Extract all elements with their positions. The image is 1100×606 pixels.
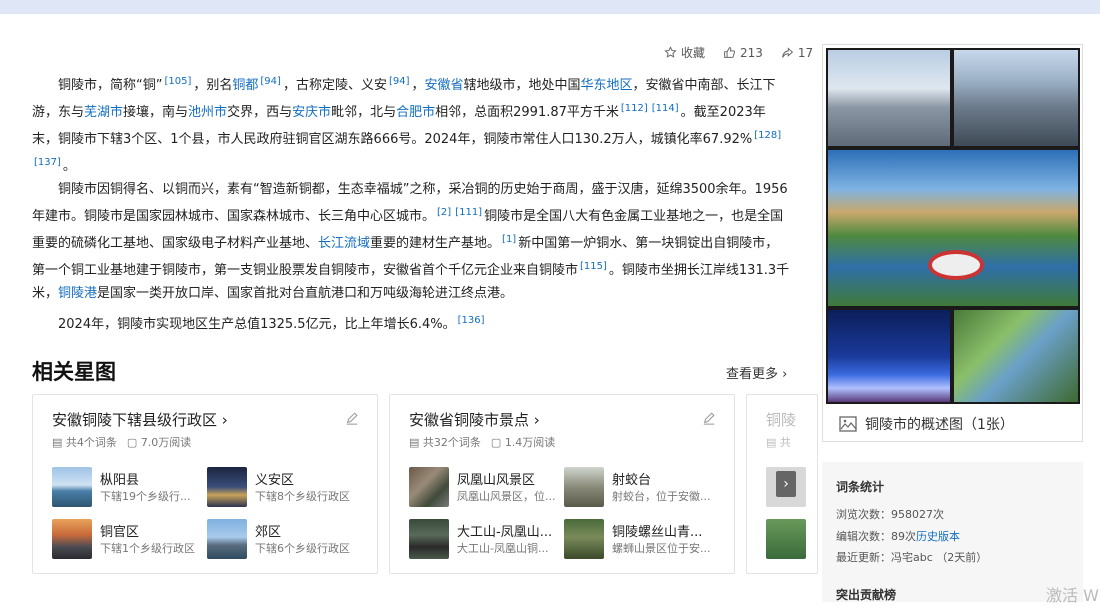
list-item[interactable]: 枞阳县 下辖19个乡级行...	[52, 467, 202, 507]
card-title[interactable]: 安徽铜陵下辖县级行政区 ›	[52, 409, 228, 430]
citation[interactable]: [114]	[652, 103, 679, 114]
updated-row: 最近更新：冯宅abc （2天前）	[836, 551, 988, 564]
list-item[interactable]: 凤凰山风景区 凤凰山风景区，位...	[409, 467, 559, 507]
thumbnail	[409, 519, 449, 559]
link-yangtze-basin[interactable]: 长江流域	[318, 236, 370, 251]
top-bar	[0, 0, 1100, 14]
citation[interactable]: [115]	[580, 261, 607, 272]
citation[interactable]: [94]	[389, 76, 410, 87]
list-item[interactable]: 射蛟台 射蛟台，位于安徽...	[564, 467, 714, 507]
citation[interactable]: [94]	[260, 76, 281, 87]
collect-button[interactable]: 收藏	[664, 44, 705, 61]
link-wuhu[interactable]: 芜湖市	[84, 105, 123, 120]
link-tongling-port[interactable]: 铜陵港	[58, 286, 97, 301]
share-icon	[782, 47, 794, 58]
star-map-card-1[interactable]: 安徽铜陵下辖县级行政区 › ▤ 共4个词条 ▢ 7.0万阅读 枞阳县 下辖19个乡…	[32, 394, 378, 574]
card-meta: ▤ 共32个词条 ▢ 1.4万阅读	[409, 436, 556, 449]
like-button[interactable]: 213	[723, 46, 763, 60]
doc-icon: ▤	[766, 436, 777, 449]
thumbnail	[207, 519, 247, 559]
pencil-icon[interactable]	[345, 411, 359, 425]
album-caption[interactable]: 铜陵市的概述图（1张）	[839, 414, 1014, 434]
list-item[interactable]: 义安区 下辖8个乡级行政区	[207, 467, 357, 507]
thumbnail	[564, 467, 604, 507]
thumbnail	[207, 467, 247, 507]
chevron-right-icon: ›	[533, 411, 540, 429]
citation[interactable]: [1]	[502, 234, 516, 245]
card-meta: ▤ 共	[766, 436, 791, 449]
thumbnail	[564, 519, 604, 559]
link-anqing[interactable]: 安庆市	[292, 105, 331, 120]
thumbnail	[409, 467, 449, 507]
chevron-right-icon: ›	[221, 411, 228, 429]
link-tongdu[interactable]: 铜都	[232, 78, 258, 93]
photo-city-streets	[954, 50, 1078, 146]
link-east-china[interactable]: 华东地区	[581, 78, 633, 93]
carousel-next-button[interactable]: ›	[776, 471, 796, 497]
intro-paragraph-2: 铜陵市因铜得名、以铜而兴，素有“智造新铜都，生态幸福城”之称，采冶铜的历史始于商…	[32, 182, 790, 301]
doc-icon: ▤	[409, 436, 420, 449]
citation[interactable]: [136]	[458, 315, 485, 326]
doc-icon: ▤	[52, 436, 63, 449]
share-count: 17	[797, 45, 814, 60]
citation[interactable]: [105]	[164, 76, 191, 87]
chevron-right-icon: ›	[783, 476, 789, 492]
section-title: 相关星图	[32, 360, 116, 384]
link-hefei[interactable]: 合肥市	[396, 105, 435, 120]
thumbs-up-icon	[724, 47, 735, 58]
book-icon: ▢	[490, 436, 502, 449]
citation[interactable]: [112]	[621, 103, 648, 114]
updater-name[interactable]: 冯宅abc	[891, 551, 933, 564]
citation[interactable]: [137]	[34, 157, 61, 168]
citation[interactable]: [111]	[455, 207, 482, 218]
photo-lake-park	[828, 150, 1078, 306]
citation[interactable]: [128]	[754, 130, 781, 141]
list-item[interactable]: 郊区 下辖6个乡级行政区	[207, 519, 357, 559]
photo-city-skyline	[828, 50, 950, 146]
contributors-title: 突出贡献榜	[836, 588, 897, 602]
edits-row: 编辑次数：89次历史版本	[836, 530, 960, 543]
link-anhui[interactable]: 安徽省	[425, 78, 464, 93]
activation-watermark: 激活 W	[1046, 586, 1099, 605]
thumbnail	[52, 519, 92, 559]
card-title[interactable]: 铜陵	[766, 409, 796, 430]
article-actions: 收藏 213 17	[664, 44, 813, 61]
list-item[interactable]: 大工山-凤凰山... 大工山-凤凰山铜...	[409, 519, 559, 559]
list-item[interactable]: 铜陵螺丝山青... 螺蛳山景区位于安...	[564, 519, 714, 559]
citation[interactable]: [2]	[437, 207, 451, 218]
share-button[interactable]: 17	[781, 46, 813, 60]
entry-stats-panel: 词条统计 浏览次数：958027次 编辑次数：89次历史版本 最近更新：冯宅ab…	[822, 462, 1083, 602]
like-count: 213	[740, 45, 763, 60]
intro-paragraph-1: 铜陵市，简称“铜” [105] ，别名铜都 [94] ，古称定陵、义安 [94] ，安徽省辖…	[32, 76, 782, 174]
album-photo-collage[interactable]	[826, 48, 1080, 404]
list-item[interactable]: 铜官区 下辖1个乡级行政区	[52, 519, 202, 559]
pencil-icon[interactable]	[702, 411, 716, 425]
card-title[interactable]: 安徽省铜陵市景点 ›	[409, 409, 540, 430]
card-meta: ▤ 共4个词条 ▢ 7.0万阅读	[52, 436, 192, 449]
photo-night-square	[828, 310, 950, 402]
collect-label: 收藏	[681, 46, 706, 60]
star-map-card-2[interactable]: 安徽省铜陵市景点 › ▤ 共32个词条 ▢ 1.4万阅读 凤凰山风景区 凤凰山风景…	[389, 394, 735, 574]
list-item[interactable]	[766, 519, 817, 559]
thumbnail	[52, 467, 92, 507]
views-row: 浏览次数：958027次	[836, 508, 944, 521]
chevron-right-icon: ›	[782, 367, 788, 382]
link-chizhou[interactable]: 池州市	[188, 105, 227, 120]
thumbnail	[766, 519, 806, 559]
book-icon: ▢	[126, 436, 138, 449]
intro-paragraph-3: 2024年，铜陵市实现地区生产总值1325.5亿元，比上年增长6.4%。 [136…	[58, 315, 485, 332]
history-link[interactable]: 历史版本	[916, 530, 960, 543]
image-icon	[839, 416, 857, 432]
stats-title: 词条统计	[836, 480, 885, 494]
see-more-link[interactable]: 查看更多 ›	[726, 363, 787, 382]
star-icon	[664, 46, 677, 58]
photo-river-wetland	[954, 310, 1078, 402]
photo-album[interactable]: 铜陵市的概述图（1张）	[822, 44, 1083, 442]
